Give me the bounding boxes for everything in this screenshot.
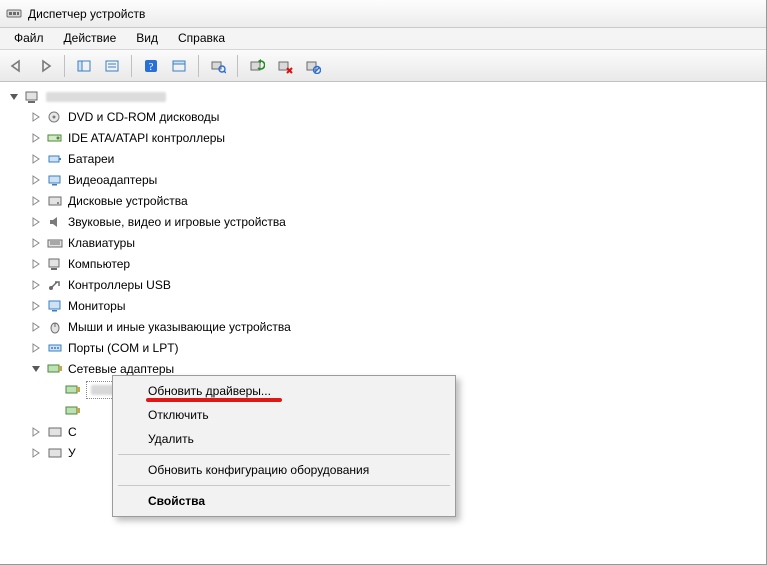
tree-category[interactable]: Мониторы [4, 295, 762, 316]
computer-name-redacted [46, 92, 166, 102]
scan-hardware-button[interactable] [205, 54, 231, 78]
tree-category-label: IDE ATA/ATAPI контроллеры [68, 131, 225, 145]
display-icon [46, 173, 64, 187]
show-hide-tree-button[interactable] [71, 54, 97, 78]
menu-view[interactable]: Вид [126, 28, 168, 49]
cm-properties[interactable]: Свойства [116, 489, 452, 513]
collapse-icon[interactable] [30, 363, 42, 375]
tree-category[interactable]: Контроллеры USB [4, 274, 762, 295]
properties-button[interactable] [99, 54, 125, 78]
tree-root[interactable] [4, 88, 762, 106]
cm-update-drivers-label: Обновить драйверы... [148, 384, 271, 398]
menu-action[interactable]: Действие [54, 28, 127, 49]
battery-icon [46, 152, 64, 166]
toolbar-separator [198, 55, 199, 77]
menu-help[interactable]: Справка [168, 28, 235, 49]
keyboard-icon [46, 236, 64, 250]
tree-category[interactable]: Клавиатуры [4, 232, 762, 253]
tree-category[interactable]: Порты (COM и LPT) [4, 337, 762, 358]
expand-icon[interactable] [30, 300, 42, 312]
expand-icon[interactable] [30, 279, 42, 291]
expand-icon[interactable] [30, 216, 42, 228]
cm-delete[interactable]: Удалить [116, 427, 452, 451]
tree-category-label: Клавиатуры [68, 236, 135, 250]
tree-category[interactable]: DVD и CD-ROM дисководы [4, 106, 762, 127]
cm-update-drivers[interactable]: Обновить драйверы... [116, 379, 452, 403]
ide-icon [46, 131, 64, 145]
mouse-icon [46, 320, 64, 334]
expand-icon[interactable] [30, 342, 42, 354]
disc-icon [46, 110, 64, 124]
context-menu: Обновить драйверы... Отключить Удалить О… [112, 375, 456, 517]
expand-icon[interactable] [30, 153, 42, 165]
tree-category-label: Мониторы [68, 299, 125, 313]
cm-separator [118, 454, 450, 455]
toolbar: ? [0, 50, 766, 82]
update-driver-button[interactable] [244, 54, 270, 78]
tree-category[interactable]: Видеоадаптеры [4, 169, 762, 190]
toolbar-separator [64, 55, 65, 77]
tree-category[interactable]: Батареи [4, 148, 762, 169]
forward-button[interactable] [32, 54, 58, 78]
action-button[interactable] [166, 54, 192, 78]
sound-icon [46, 215, 64, 229]
tree-category-label: Сетевые адаптеры [68, 362, 174, 376]
svg-text:?: ? [149, 61, 154, 73]
device-manager-icon [6, 6, 22, 22]
hid-device-icon [46, 446, 64, 460]
tree-category-label: Звуковые, видео и игровые устройства [68, 215, 286, 229]
menubar: Файл Действие Вид Справка [0, 28, 766, 50]
window-title: Диспетчер устройств [28, 7, 145, 21]
tree-category[interactable]: Компьютер [4, 253, 762, 274]
network-icon [46, 363, 64, 375]
system-device-icon [46, 425, 64, 439]
disable-button[interactable] [300, 54, 326, 78]
computer-root-icon [24, 90, 42, 104]
device-tree[interactable]: DVD и CD-ROM дисководы IDE ATA/ATAPI конт… [0, 82, 766, 565]
collapse-icon[interactable] [8, 91, 20, 103]
cm-scan-hardware[interactable]: Обновить конфигурацию оборудования [116, 458, 452, 482]
back-button[interactable] [4, 54, 30, 78]
tree-category[interactable]: Мыши и иные указывающие устройства [4, 316, 762, 337]
expand-icon[interactable] [30, 132, 42, 144]
tree-category-label: Мыши и иные указывающие устройства [68, 320, 291, 334]
expand-icon[interactable] [30, 321, 42, 333]
expand-icon[interactable] [30, 258, 42, 270]
tree-category-label: DVD и CD-ROM дисководы [68, 110, 219, 124]
tree-category-label: Дисковые устройства [68, 194, 188, 208]
tree-category-label: Видеоадаптеры [68, 173, 157, 187]
toolbar-separator [237, 55, 238, 77]
expand-icon[interactable] [30, 426, 42, 438]
port-icon [46, 341, 64, 355]
tree-category-label: Порты (COM и LPT) [68, 341, 179, 355]
menu-file[interactable]: Файл [4, 28, 54, 49]
tree-category[interactable]: Звуковые, видео и игровые устройства [4, 211, 762, 232]
monitor-icon [46, 299, 64, 313]
red-highlight [146, 398, 282, 402]
tree-category-label: Батареи [68, 152, 114, 166]
expand-icon[interactable] [30, 111, 42, 123]
tree-category-label: Компьютер [68, 257, 130, 271]
tree-category[interactable]: IDE ATA/ATAPI контроллеры [4, 127, 762, 148]
network-card-icon [64, 405, 82, 417]
computer-icon [46, 257, 64, 271]
expand-icon[interactable] [30, 195, 42, 207]
cm-disable[interactable]: Отключить [116, 403, 452, 427]
expand-icon[interactable] [30, 174, 42, 186]
titlebar: Диспетчер устройств [0, 0, 766, 28]
expand-icon[interactable] [30, 237, 42, 249]
tree-category-label: Контроллеры USB [68, 278, 171, 292]
help-button[interactable]: ? [138, 54, 164, 78]
toolbar-separator [131, 55, 132, 77]
uninstall-button[interactable] [272, 54, 298, 78]
cm-separator [118, 485, 450, 486]
usb-icon [46, 278, 64, 292]
expand-icon[interactable] [30, 447, 42, 459]
disk-icon [46, 194, 64, 208]
tree-category[interactable]: Дисковые устройства [4, 190, 762, 211]
network-card-icon [64, 384, 82, 396]
